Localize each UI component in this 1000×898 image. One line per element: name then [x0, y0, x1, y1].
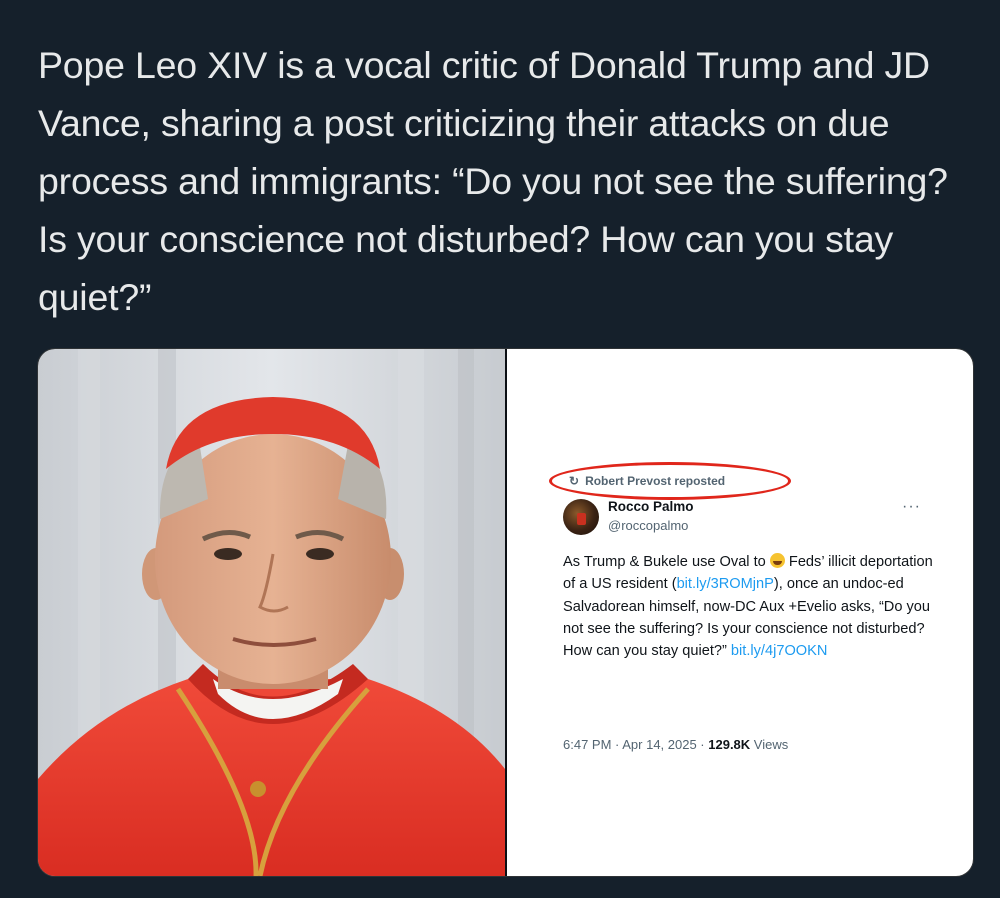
views-label: Views [750, 737, 789, 752]
media-container[interactable]: ↻ Robert Prevost reposted Rocco Palmo @ro… [37, 348, 974, 877]
headline-text: Pope Leo XIV is a vocal critic of Donald… [38, 44, 948, 318]
laughing-emoji-icon [769, 553, 785, 568]
avatar[interactable] [563, 499, 599, 535]
more-options-icon[interactable]: ··· [902, 498, 921, 516]
tweet-link-2[interactable]: bit.ly/4j7OOKN [731, 643, 828, 659]
tweet-meta: 6:47 PM · Apr 14, 2025 · 129.8K Views [563, 737, 788, 752]
tweet-screenshot[interactable]: ↻ Robert Prevost reposted Rocco Palmo @ro… [507, 349, 973, 876]
cardinal-portrait-photo[interactable] [38, 349, 505, 876]
author-name[interactable]: Rocco Palmo [608, 499, 694, 514]
highlight-circle [549, 462, 791, 500]
tweet-text: As Trump & Bukele use Oval to Feds’ illi… [563, 553, 933, 660]
views-count: 129.8K [708, 737, 751, 752]
author-handle[interactable]: @roccopalmo [608, 518, 688, 533]
cardinal-portrait-illustration [38, 349, 505, 876]
tweet-timestamp[interactable]: 6:47 PM · Apr 14, 2025 · [563, 737, 708, 752]
tweet-link-1[interactable]: bit.ly/3ROMjnP [677, 576, 774, 592]
